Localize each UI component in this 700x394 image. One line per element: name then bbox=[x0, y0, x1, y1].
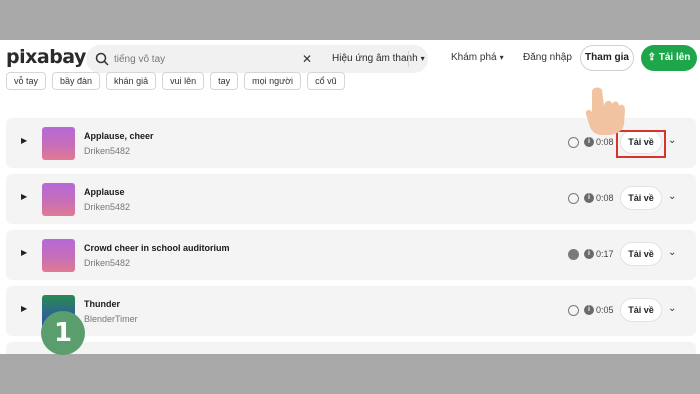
site-header: pixabay ✕ Hiệu ứng âm thanh▾ Khám phá▾ Đ… bbox=[0, 40, 700, 76]
upload-label: Tải lên bbox=[658, 52, 691, 63]
tag-chip[interactable]: mọi người bbox=[244, 72, 302, 90]
track-row[interactable]: ▶ Applause Driken5482 i 0:08 Tải về ⌄ bbox=[6, 174, 696, 224]
track-author[interactable]: Driken5482 bbox=[84, 202, 130, 212]
track-row[interactable]: ▶ Crowd cheer in school auditorium Drike… bbox=[6, 230, 696, 280]
media-type-dropdown[interactable]: Hiệu ứng âm thanh ▾ bbox=[332, 45, 425, 73]
info-icon: i bbox=[584, 305, 594, 315]
track-row[interactable] bbox=[6, 342, 696, 354]
search-input[interactable] bbox=[114, 49, 282, 69]
track-duration: 0:08 bbox=[596, 193, 614, 203]
track-duration: 0:05 bbox=[596, 305, 614, 315]
chevron-down-icon[interactable]: ⌄ bbox=[668, 247, 676, 258]
media-type-label: Hiệu ứng âm thanh bbox=[332, 53, 418, 64]
play-icon[interactable]: ▶ bbox=[21, 136, 27, 145]
explore-menu[interactable]: Khám phá ▾ bbox=[451, 52, 504, 63]
track-title[interactable]: Crowd cheer in school auditorium bbox=[84, 243, 230, 253]
download-button[interactable]: Tải về bbox=[620, 242, 662, 266]
step-number-badge: 1 bbox=[41, 311, 85, 355]
track-title[interactable]: Applause bbox=[84, 187, 125, 197]
track-row[interactable]: ▶ Thunder BlenderTimer i 0:05 Tải về ⌄ bbox=[6, 286, 696, 336]
track-duration: 0:17 bbox=[596, 249, 614, 259]
tag-chip[interactable]: khán giả bbox=[106, 72, 157, 90]
close-icon[interactable]: ✕ bbox=[299, 51, 315, 67]
check-icon bbox=[568, 305, 579, 316]
info-icon: i bbox=[584, 137, 594, 147]
info-icon: i bbox=[584, 249, 594, 259]
track-author[interactable]: Driken5482 bbox=[84, 258, 130, 268]
related-tags: vỗ tay bầy đàn khán giả vui lên tay mọi … bbox=[6, 72, 345, 90]
track-title[interactable]: Thunder bbox=[84, 299, 120, 309]
search-icon bbox=[95, 52, 109, 66]
play-icon[interactable]: ▶ bbox=[21, 304, 27, 313]
explore-label: Khám phá bbox=[451, 52, 497, 63]
search-divider bbox=[408, 51, 409, 67]
join-button[interactable]: Tham gia bbox=[580, 45, 634, 71]
track-author[interactable]: BlenderTimer bbox=[84, 314, 138, 324]
pixabay-logo[interactable]: pixabay bbox=[6, 46, 86, 68]
tag-chip[interactable]: vui lên bbox=[162, 72, 205, 90]
download-button[interactable]: Tải về bbox=[620, 298, 662, 322]
check-icon bbox=[568, 193, 579, 204]
upload-button[interactable]: ⇪ Tải lên bbox=[641, 45, 697, 71]
login-link[interactable]: Đăng nhập bbox=[523, 52, 572, 63]
chevron-down-icon: ▾ bbox=[420, 54, 425, 63]
info-icon: i bbox=[584, 193, 594, 203]
tag-chip[interactable]: cổ vũ bbox=[307, 72, 345, 90]
track-author[interactable]: Driken5482 bbox=[84, 146, 130, 156]
chevron-down-icon: ▾ bbox=[499, 53, 504, 62]
tag-chip[interactable]: vỗ tay bbox=[6, 72, 47, 90]
pointing-hand-icon bbox=[585, 87, 625, 135]
check-icon bbox=[568, 137, 579, 148]
chevron-down-icon[interactable]: ⌄ bbox=[668, 191, 676, 202]
tag-chip[interactable]: tay bbox=[210, 72, 239, 90]
upload-icon: ⇪ bbox=[647, 52, 659, 63]
play-icon[interactable]: ▶ bbox=[21, 248, 27, 257]
chevron-down-icon[interactable]: ⌄ bbox=[668, 303, 676, 314]
tag-chip[interactable]: bầy đàn bbox=[52, 72, 101, 90]
waveform-thumbnail bbox=[42, 183, 75, 216]
waveform-thumbnail bbox=[42, 239, 75, 272]
track-duration: 0:08 bbox=[596, 137, 614, 147]
star-icon bbox=[568, 249, 579, 260]
play-icon[interactable]: ▶ bbox=[21, 192, 27, 201]
search-bar[interactable]: ✕ Hiệu ứng âm thanh▾ bbox=[86, 45, 428, 73]
chevron-down-icon[interactable]: ⌄ bbox=[668, 135, 676, 146]
waveform-thumbnail bbox=[42, 127, 75, 160]
track-title[interactable]: Applause, cheer bbox=[84, 131, 154, 141]
download-button[interactable]: Tải về bbox=[620, 186, 662, 210]
